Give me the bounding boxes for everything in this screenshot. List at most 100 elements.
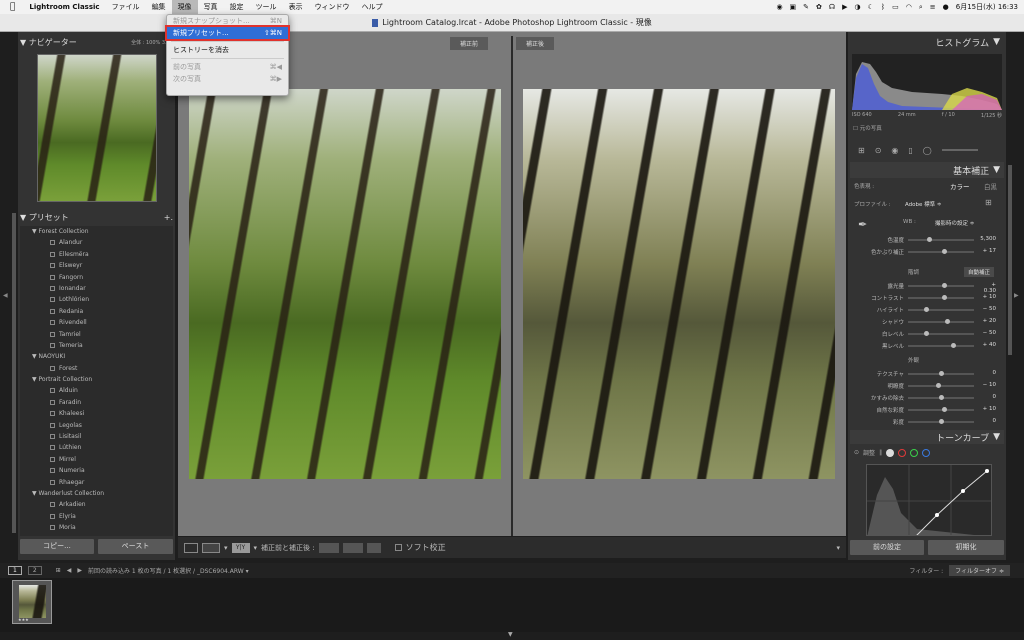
collapse-icon[interactable]: ▼ (20, 38, 26, 47)
preset-item[interactable]: Elsweyr (20, 260, 173, 271)
slider-knob[interactable] (923, 331, 929, 336)
slider-value[interactable]: + 40 (978, 342, 996, 348)
point-curve-icon[interactable] (886, 448, 895, 457)
status-icon-8[interactable]: ☾ (868, 3, 874, 11)
auto-tone-button[interactable]: 自動補正 (964, 267, 995, 277)
slider-knob[interactable] (939, 371, 944, 376)
slider-value[interactable]: − 10 (978, 382, 996, 388)
yy-view-icon[interactable]: Y|Y (231, 542, 250, 553)
green-channel-icon[interactable] (910, 448, 919, 457)
preset-folder[interactable]: ▼ Forest Collection (20, 226, 173, 237)
left-panel-toggle-icon[interactable]: ◀ (3, 292, 8, 299)
brush-slider[interactable] (941, 149, 978, 151)
slider-value[interactable]: + 17 (978, 248, 996, 254)
status-icon-3[interactable]: ✎ (803, 3, 809, 11)
slider-track[interactable] (908, 331, 974, 336)
left-scrollbar[interactable] (12, 213, 16, 533)
wb-eyedropper-icon[interactable]: ✒ (858, 218, 867, 231)
menu-photo[interactable]: 写真 (198, 0, 224, 14)
preset-item[interactable]: Alduin (20, 385, 173, 396)
preset-item[interactable]: Ionandar (20, 283, 173, 294)
swap-settings-button[interactable] (318, 542, 339, 553)
app-menu[interactable]: Lightroom Classic (23, 0, 105, 14)
status-icon-6[interactable]: ▶ (842, 3, 847, 11)
preset-item[interactable]: Redania (20, 306, 173, 317)
status-icon-2[interactable]: ▣ (790, 3, 797, 11)
add-preset-button[interactable]: +. (164, 213, 173, 222)
histogram-graph[interactable] (852, 54, 1002, 110)
crop-icon[interactable]: ⊞ (858, 146, 865, 155)
after-photo[interactable] (523, 89, 835, 479)
menu-tools[interactable]: ツール (250, 0, 283, 14)
slider-value[interactable]: + 10 (978, 406, 996, 412)
back-arrow-icon[interactable]: ◀ (67, 567, 72, 574)
slider-track[interactable] (908, 307, 974, 312)
profile-browser-icon[interactable]: ⊞ (985, 198, 992, 207)
menu-file[interactable]: ファイル (106, 0, 146, 14)
slider-knob[interactable] (942, 295, 948, 300)
preset-item[interactable]: Faradin (20, 397, 173, 408)
menu-previous-photo[interactable]: 前の写真 ⌘◀ (167, 61, 288, 73)
slider-knob[interactable] (942, 283, 948, 288)
clock[interactable]: 6月15日(水) 16:33 (956, 2, 1018, 12)
menu-help[interactable]: ヘルプ (356, 0, 389, 14)
slider-knob[interactable] (942, 249, 948, 254)
blue-channel-icon[interactable] (922, 448, 931, 457)
radial-filter-icon[interactable]: ◯ (923, 146, 932, 155)
status-icon-4[interactable]: ✿ (816, 3, 822, 11)
menu-develop[interactable]: 現像 (171, 0, 198, 14)
menu-edit[interactable]: 編集 (146, 0, 172, 14)
slider-value[interactable]: − 50 (978, 306, 996, 312)
copy-button[interactable]: コピー... (20, 539, 94, 554)
slider-knob[interactable] (926, 237, 932, 242)
preset-folder[interactable]: ▼ Wanderlust Collection (20, 488, 173, 499)
preset-item[interactable]: Numeria (20, 465, 173, 476)
page-2-button[interactable]: 2 (27, 566, 42, 575)
menu-new-snapshot[interactable]: 新規スナップショット... ⌘N (167, 15, 288, 27)
slider-track[interactable] (908, 295, 974, 300)
preset-item[interactable]: Forest (20, 363, 173, 374)
histogram-header[interactable]: ヒストグラム ▼ (850, 34, 1004, 50)
preset-item[interactable]: Lúthien (20, 442, 173, 453)
slider-track[interactable] (908, 371, 974, 376)
status-icon-5[interactable]: ☊ (829, 3, 835, 11)
preset-item[interactable]: Ellesmëra (20, 249, 173, 260)
wifi-icon[interactable]: ◠ (906, 3, 912, 11)
view-dropdown-icon[interactable]: ▾ (224, 544, 228, 552)
slider-value[interactable]: − 50 (978, 330, 996, 336)
navigator-header[interactable]: ▼ ナビゲーター 全体 : 100% 33% (20, 34, 173, 50)
basic-header[interactable]: 基本補正 ▼ (850, 162, 1004, 178)
preset-item[interactable]: Lothlórien (20, 294, 173, 305)
slider-track[interactable] (908, 237, 974, 242)
menu-next-photo[interactable]: 次の写真 ⌘▶ (167, 73, 288, 85)
slider-value[interactable]: 5,300 (978, 236, 996, 242)
preset-item[interactable]: Moria (20, 522, 173, 533)
slider-track[interactable] (908, 419, 974, 424)
preset-item[interactable]: Temeria (20, 340, 173, 351)
parametric-curve-icon[interactable]: ∥ (879, 449, 882, 456)
preset-item[interactable]: Tamriel (20, 329, 173, 340)
slider-track[interactable] (908, 383, 974, 388)
slider-value[interactable]: + 10 (978, 294, 996, 300)
graduated-filter-icon[interactable]: ▯ (908, 146, 912, 155)
slider-track[interactable] (908, 395, 974, 400)
grid-icon[interactable]: ⊞ (56, 567, 61, 574)
treatment-color-button[interactable]: カラー (950, 181, 970, 191)
spot-removal-icon[interactable]: ⊙ (875, 146, 882, 155)
toolbar-menu-icon[interactable]: ▾ (836, 544, 840, 552)
preset-item[interactable]: Alandur (20, 237, 173, 248)
preset-item[interactable]: Rhaegar (20, 477, 173, 488)
status-icon-7[interactable]: ◑ (855, 3, 861, 11)
collapse-icon[interactable]: ▼ (993, 37, 1000, 47)
menu-settings[interactable]: 設定 (224, 0, 250, 14)
apple-icon[interactable]:  (0, 0, 23, 14)
slider-value[interactable]: 0 (978, 418, 997, 424)
preset-item[interactable]: Arkadien (20, 499, 173, 510)
status-icon-1[interactable]: ◉ (776, 3, 782, 11)
treatment-bw-button[interactable]: 白黒 (984, 181, 997, 191)
right-panel-toggle-icon[interactable]: ▶ (1014, 292, 1019, 299)
slider-knob[interactable] (939, 419, 944, 424)
forward-arrow-icon[interactable]: ▶ (77, 567, 82, 574)
reset-button[interactable]: 初期化 (928, 540, 1004, 555)
collapse-icon[interactable]: ▼ (993, 165, 1000, 175)
